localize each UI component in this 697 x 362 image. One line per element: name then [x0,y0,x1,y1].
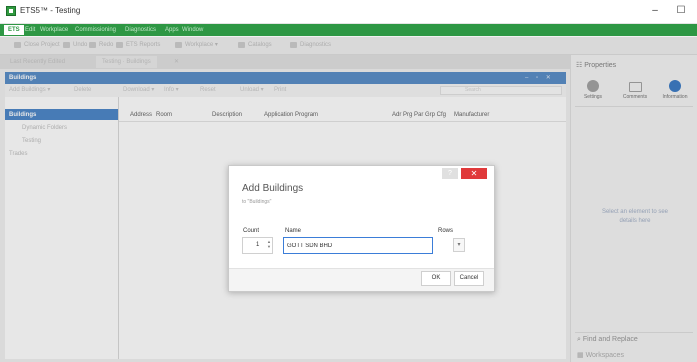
count-label: Count [243,228,260,234]
spinner-arrows-icon[interactable]: ▲ ▼ [267,239,271,249]
menu-apps[interactable]: Apps [165,25,179,35]
menu-workplace[interactable]: Workplace [40,25,68,35]
window-title: ETS5™ - Testing [20,6,81,15]
cancel-button[interactable]: Cancel [454,271,484,286]
dialog-help-button[interactable]: ? [442,168,458,179]
app-icon [6,6,16,16]
menu-ets[interactable]: ETS [4,25,24,35]
menu-diagnostics[interactable]: Diagnostics [125,25,156,35]
dialog-title: Add Buildings [242,183,304,194]
dialog-subtitle: to "Buildings" [242,199,272,205]
ok-button[interactable]: OK [421,271,451,286]
maximize-button[interactable]: ☐ [670,3,692,19]
menu-commissioning[interactable]: Commissioning [75,25,116,35]
rows-dropdown-button[interactable]: ▾ [453,238,465,252]
dialog-close-button[interactable]: ✕ [461,168,487,179]
name-field[interactable] [283,237,433,254]
rows-label: Rows [438,228,454,234]
name-label: Name [285,228,302,234]
minimize-button[interactable]: – [644,3,666,19]
window-titlebar [0,0,697,24]
menu-window[interactable]: Window [182,25,203,35]
count-value: 1 [256,242,260,248]
menu-edit[interactable]: Edit [25,25,35,35]
